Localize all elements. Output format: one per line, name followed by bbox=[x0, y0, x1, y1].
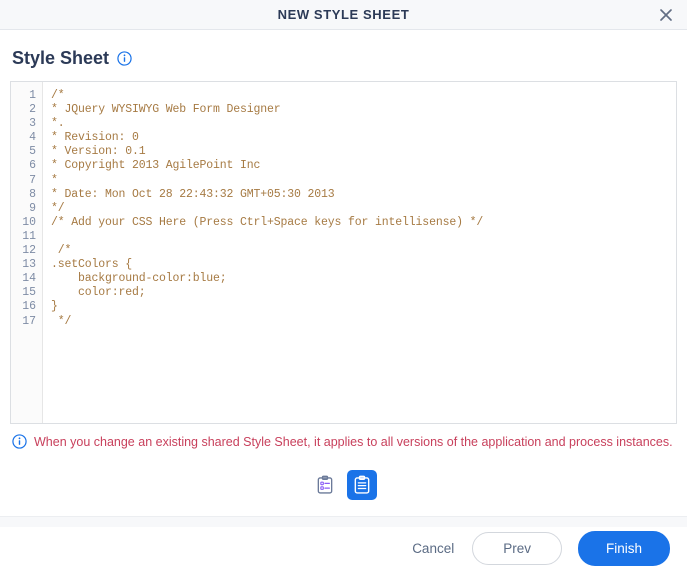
line-number: 5 bbox=[29, 145, 36, 159]
line-number: 3 bbox=[29, 117, 36, 131]
line-number: 7 bbox=[29, 173, 36, 187]
dialog-body: Style Sheet 1 2 3 4 5 6 7 8 9 10 11 12 1… bbox=[0, 30, 687, 500]
cancel-button[interactable]: Cancel bbox=[410, 537, 456, 560]
line-number: 15 bbox=[22, 286, 36, 300]
code-line: background-color:blue; bbox=[51, 272, 227, 286]
code-line: * JQuery WYSIWYG Web Form Designer bbox=[51, 103, 281, 117]
line-number: 16 bbox=[22, 300, 36, 314]
style-sheet-heading-row: Style Sheet bbox=[10, 30, 677, 81]
line-number: 9 bbox=[29, 201, 36, 215]
code-line: * Copyright 2013 AgilePoint Inc bbox=[51, 159, 261, 173]
line-number: 12 bbox=[22, 244, 36, 258]
checklist-clipboard-icon[interactable] bbox=[310, 470, 340, 500]
dialog-title-bar: NEW STYLE SHEET bbox=[0, 0, 687, 30]
code-line: /* bbox=[51, 244, 72, 258]
prev-button[interactable]: Prev bbox=[472, 532, 562, 565]
line-number: 1 bbox=[29, 89, 36, 102]
dialog-title: NEW STYLE SHEET bbox=[277, 7, 410, 22]
code-content[interactable]: /* * JQuery WYSIWYG Web Form Designer *.… bbox=[43, 82, 676, 423]
note-text: When you change an existing shared Style… bbox=[34, 435, 673, 449]
code-line: */ bbox=[51, 314, 72, 328]
line-number: 10 bbox=[22, 215, 36, 229]
code-line: *. bbox=[51, 117, 65, 131]
code-line: * Version: 0.1 bbox=[51, 145, 146, 159]
info-icon[interactable] bbox=[117, 51, 132, 66]
line-number: 11 bbox=[22, 229, 36, 243]
code-line: } bbox=[51, 300, 58, 314]
code-line: * bbox=[51, 173, 58, 187]
finish-button[interactable]: Finish bbox=[577, 531, 670, 566]
lined-clipboard-icon[interactable] bbox=[347, 470, 377, 500]
line-number: 4 bbox=[29, 131, 36, 145]
view-toggle-group bbox=[10, 470, 677, 500]
line-number: 17 bbox=[22, 314, 36, 328]
dialog-footer: Cancel Prev Finish bbox=[0, 527, 687, 570]
code-line: * Revision: 0 bbox=[51, 131, 139, 145]
css-code-editor[interactable]: 1 2 3 4 5 6 7 8 9 10 11 12 13 14 15 16 1… bbox=[10, 81, 677, 424]
info-icon bbox=[12, 434, 27, 449]
code-line: /* bbox=[51, 89, 65, 102]
line-number: 13 bbox=[22, 258, 36, 272]
page-title: Style Sheet bbox=[12, 48, 110, 68]
close-icon[interactable] bbox=[655, 4, 677, 26]
code-line: /* Add your CSS Here (Press Ctrl+Space k… bbox=[51, 215, 484, 229]
line-number: 2 bbox=[29, 103, 36, 117]
shared-stylesheet-note: When you change an existing shared Style… bbox=[10, 424, 677, 451]
line-number: 14 bbox=[22, 272, 36, 286]
code-line: * Date: Mon Oct 28 22:43:32 GMT+05:30 20… bbox=[51, 187, 335, 201]
code-line: color:red; bbox=[51, 286, 146, 300]
line-number-gutter: 1 2 3 4 5 6 7 8 9 10 11 12 13 14 15 16 1… bbox=[11, 82, 43, 423]
code-line: */ bbox=[51, 201, 65, 215]
line-number: 8 bbox=[29, 187, 36, 201]
code-line: .setColors { bbox=[51, 258, 133, 272]
line-number: 6 bbox=[29, 159, 36, 173]
